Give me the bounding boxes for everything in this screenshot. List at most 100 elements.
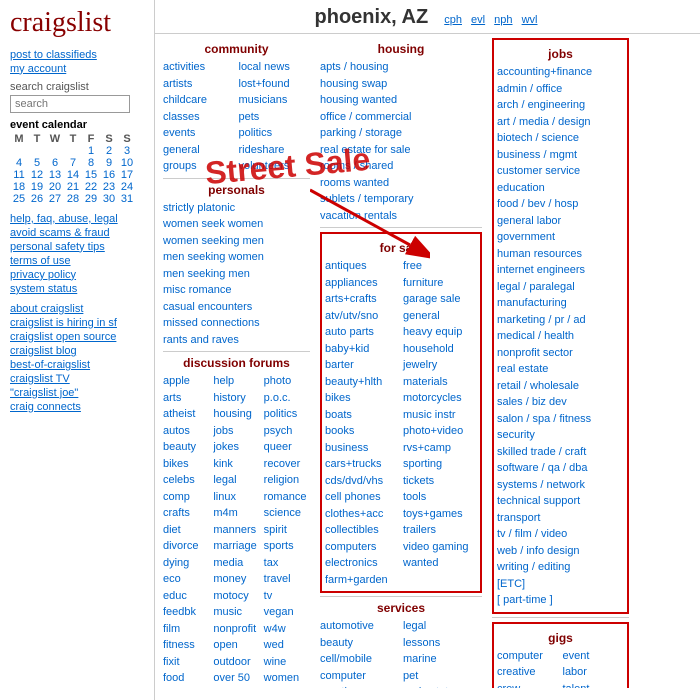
calendar-day[interactable]: 13 <box>46 169 64 181</box>
list-item[interactable]: help <box>213 373 259 390</box>
list-item[interactable]: business <box>325 440 399 457</box>
list-item[interactable]: heavy equip <box>403 324 477 341</box>
list-item[interactable]: divorce <box>163 538 209 555</box>
list-item[interactable]: baby+kid <box>325 341 399 358</box>
list-item[interactable]: events <box>163 125 235 142</box>
list-item[interactable]: cars+trucks <box>325 456 399 473</box>
list-item[interactable]: open <box>213 637 259 654</box>
list-item[interactable]: legal / paralegal <box>497 279 624 296</box>
list-item[interactable]: video gaming <box>403 539 477 556</box>
list-item[interactable]: men seeking men <box>163 266 310 283</box>
list-item[interactable]: dying <box>163 555 209 572</box>
list-item[interactable]: skilled trade / craft <box>497 444 624 461</box>
list-item[interactable]: apple <box>163 373 209 390</box>
list-item[interactable]: p.o.c. <box>264 390 310 407</box>
list-item[interactable]: queer <box>264 439 310 456</box>
list-item[interactable]: nonprofit <box>213 621 259 638</box>
list-item[interactable]: rants and raves <box>163 332 310 349</box>
list-item[interactable]: history <box>213 390 259 407</box>
list-item[interactable]: activities <box>163 59 235 76</box>
list-item[interactable]: wanted <box>403 555 477 572</box>
list-item[interactable]: photo+video <box>403 423 477 440</box>
list-item[interactable]: salon / spa / fitness <box>497 411 624 428</box>
calendar-day[interactable]: 7 <box>64 157 82 169</box>
sidebar-bot-link[interactable]: craig connects <box>10 401 144 413</box>
calendar-day[interactable]: 25 <box>10 193 28 205</box>
list-item[interactable]: furniture <box>403 275 477 292</box>
calendar-day[interactable]: 27 <box>46 193 64 205</box>
list-item[interactable]: jobs <box>213 423 259 440</box>
list-item[interactable]: film <box>163 621 209 638</box>
list-item[interactable]: admin / office <box>497 81 624 98</box>
list-item[interactable]: crafts <box>163 505 209 522</box>
my-account-link[interactable]: my account <box>10 63 144 75</box>
calendar-day[interactable]: 16 <box>100 169 118 181</box>
list-item[interactable]: politics <box>264 406 310 423</box>
list-item[interactable]: politics <box>239 125 311 142</box>
list-item[interactable]: materials <box>403 374 477 391</box>
city-link-cph[interactable]: cph <box>444 14 462 26</box>
list-item[interactable]: local news <box>239 59 311 76</box>
sidebar-bot-link[interactable]: best-of-craigslist <box>10 359 144 371</box>
list-item[interactable]: vegan <box>264 604 310 621</box>
list-item[interactable]: creative <box>320 684 399 688</box>
sidebar-bot-link[interactable]: about craigslist <box>10 303 144 315</box>
list-item[interactable]: tools <box>403 489 477 506</box>
list-item[interactable]: food / bev / hosp <box>497 196 624 213</box>
list-item[interactable]: computer <box>320 668 399 685</box>
list-item[interactable]: garage sale <box>403 291 477 308</box>
calendar-day[interactable]: 24 <box>118 181 136 193</box>
calendar-day[interactable]: 22 <box>82 181 100 193</box>
list-item[interactable]: food <box>163 670 209 687</box>
calendar-day[interactable]: 4 <box>10 157 28 169</box>
list-item[interactable]: volunteers <box>239 158 311 175</box>
city-link-nph[interactable]: nph <box>494 14 512 26</box>
list-item[interactable]: romance <box>264 489 310 506</box>
list-item[interactable]: automotive <box>320 618 399 635</box>
list-item[interactable]: real estate for sale <box>320 142 482 159</box>
list-item[interactable]: apts / housing <box>320 59 482 76</box>
list-item[interactable]: autos <box>163 423 209 440</box>
list-item[interactable]: jokes <box>213 439 259 456</box>
list-item[interactable]: customer service <box>497 163 624 180</box>
list-item[interactable]: nonprofit sector <box>497 345 624 362</box>
list-item[interactable]: recover <box>264 456 310 473</box>
calendar-day[interactable]: 2 <box>100 145 118 157</box>
list-item[interactable]: [ETC] <box>497 576 624 593</box>
city-link-evl[interactable]: evl <box>471 14 485 26</box>
list-item[interactable]: jewelry <box>403 357 477 374</box>
list-item[interactable]: sports <box>264 538 310 555</box>
list-item[interactable]: appliances <box>325 275 399 292</box>
list-item[interactable]: women seeking men <box>163 233 310 250</box>
list-item[interactable]: atv/utv/sno <box>325 308 399 325</box>
list-item[interactable]: sporting <box>403 456 477 473</box>
list-item[interactable]: rooms / shared <box>320 158 482 175</box>
list-item[interactable]: housing <box>213 406 259 423</box>
list-item[interactable]: general labor <box>497 213 624 230</box>
list-item[interactable]: beauty <box>320 635 399 652</box>
list-item[interactable]: writing / editing <box>497 559 624 576</box>
list-item[interactable]: arts+crafts <box>325 291 399 308</box>
list-item[interactable]: motorcycles <box>403 390 477 407</box>
list-item[interactable]: collectibles <box>325 522 399 539</box>
list-item[interactable]: beauty <box>163 439 209 456</box>
list-item[interactable]: eco <box>163 571 209 588</box>
list-item[interactable]: government <box>497 229 624 246</box>
city-link-wvl[interactable]: wvl <box>522 14 538 26</box>
list-item[interactable]: pet <box>403 668 482 685</box>
list-item[interactable]: boats <box>325 407 399 424</box>
list-item[interactable]: linux <box>213 489 259 506</box>
search-input[interactable] <box>10 95 130 113</box>
calendar-day[interactable]: 26 <box>28 193 46 205</box>
calendar-day[interactable]: 19 <box>28 181 46 193</box>
calendar-day[interactable]: 28 <box>64 193 82 205</box>
list-item[interactable]: computers <box>325 539 399 556</box>
list-item[interactable]: event <box>563 648 625 665</box>
calendar-day[interactable]: 12 <box>28 169 46 181</box>
list-item[interactable]: rooms wanted <box>320 175 482 192</box>
list-item[interactable]: computer <box>497 648 559 665</box>
calendar-day[interactable]: 1 <box>82 145 100 157</box>
list-item[interactable]: [ part-time ] <box>497 592 624 609</box>
list-item[interactable]: comp <box>163 489 209 506</box>
list-item[interactable]: childcare <box>163 92 235 109</box>
